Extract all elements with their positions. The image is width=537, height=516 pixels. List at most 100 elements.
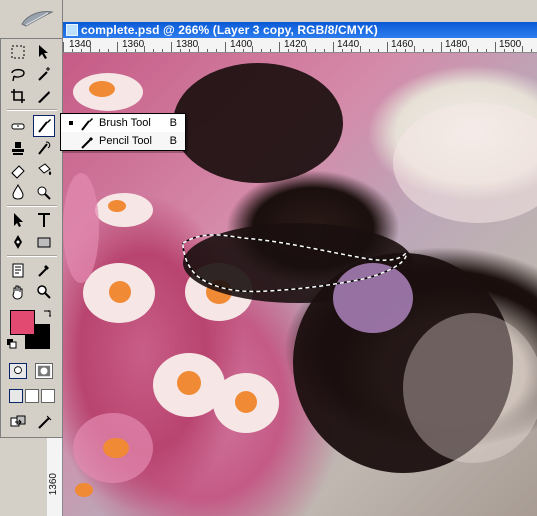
ruler-tick (504, 49, 505, 52)
lasso-tool[interactable] (7, 63, 29, 85)
eyedropper-tool[interactable] (33, 259, 55, 281)
clone-stamp-tool[interactable] (7, 137, 29, 159)
notes-tool[interactable] (7, 259, 29, 281)
dodge-tool[interactable] (33, 181, 55, 203)
pen-tool[interactable] (7, 231, 29, 253)
ruler-tick (477, 49, 478, 52)
ruler-tick (396, 49, 397, 52)
ruler-tick (189, 49, 190, 52)
flyout-item-shortcut: B (169, 117, 177, 129)
ruler-tick (243, 49, 244, 52)
foreground-color-swatch[interactable] (10, 310, 35, 335)
tool-divider (7, 255, 57, 256)
eyedropper-icon (38, 265, 49, 277)
ruler-tick (234, 49, 235, 52)
quick-mask-mode-button[interactable] (35, 363, 53, 379)
edit-in-imageready-button[interactable] (33, 411, 55, 433)
ruler-tick (522, 46, 523, 52)
jump-to-imageready-icon (10, 415, 26, 427)
photo-fur-area (403, 313, 537, 463)
photo-fur-area (393, 103, 537, 223)
ruler-top[interactable]: 1340 1360 1380 1400 1420 1440 1460 1480 … (63, 38, 537, 53)
move-tool[interactable] (33, 41, 55, 63)
type-t-icon (38, 213, 50, 227)
crop-tool[interactable] (7, 85, 29, 107)
full-screen-menu-mode-button[interactable] (25, 389, 39, 403)
ruler-tick (99, 49, 100, 52)
photoshop-feather-icon (21, 11, 54, 27)
swap-colors-icon[interactable] (42, 309, 54, 321)
selected-bullet-icon (69, 121, 73, 125)
hand-tool[interactable] (7, 281, 29, 303)
ruler-tick (441, 42, 442, 52)
ruler-top-label: 1500 (499, 39, 522, 50)
full-screen-mode-button[interactable] (41, 389, 55, 403)
ruler-tick (513, 49, 514, 52)
magic-wand-icon (38, 67, 50, 81)
ruler-tick (531, 49, 532, 52)
type-tool[interactable] (33, 209, 55, 231)
ruler-tick (153, 49, 154, 52)
standard-screen-mode-button[interactable] (9, 389, 23, 403)
photo-dark-area (173, 63, 343, 183)
document-icon (66, 24, 78, 36)
ruler-left-label: 1360 (48, 473, 59, 496)
path-select-arrow-icon (14, 213, 23, 227)
ruler-tick (450, 49, 451, 52)
healing-bandage-icon (11, 123, 25, 130)
ruler-tick (423, 49, 424, 52)
ruler-tick (162, 49, 163, 52)
flyout-item-pencil-tool[interactable]: Pencil Tool B (61, 133, 185, 150)
magnifier-icon (37, 285, 51, 299)
ruler-tick (351, 49, 352, 52)
eraser-tool[interactable] (7, 159, 29, 181)
dodge-icon (37, 186, 51, 200)
ruler-tick (225, 42, 226, 52)
ruler-tick (108, 49, 109, 52)
clone-stamp-icon (12, 142, 24, 155)
shape-tool[interactable] (33, 231, 55, 253)
slice-knife-icon (38, 91, 50, 103)
fabric-pattern (63, 173, 99, 283)
paint-bucket-tool[interactable] (33, 159, 55, 181)
ruler-tick (90, 46, 91, 52)
ruler-tick (81, 49, 82, 52)
notes-icon (12, 263, 24, 278)
fabric-pattern (95, 193, 153, 227)
ruler-tick (414, 46, 415, 52)
blur-drop-icon (12, 183, 24, 200)
document-title-bar[interactable]: complete.psd @ 266% (Layer 3 copy, RGB/8… (63, 22, 537, 38)
jump-to-imageready-button[interactable] (7, 411, 29, 433)
ruler-tick (288, 49, 289, 52)
history-brush-icon (38, 141, 51, 155)
ruler-tick (333, 42, 334, 52)
path-selection-tool[interactable] (7, 209, 29, 231)
photo-purple-area (333, 263, 413, 333)
ruler-tick (171, 42, 172, 52)
healing-brush-tool[interactable] (7, 115, 29, 137)
slice-tool[interactable] (33, 85, 55, 107)
history-brush-tool[interactable] (33, 137, 55, 159)
blur-tool[interactable] (7, 181, 29, 203)
flyout-item-label: Pencil Tool (99, 135, 152, 147)
flyout-item-brush-tool[interactable]: Brush Tool B (61, 115, 185, 132)
paint-bucket-icon (38, 163, 52, 175)
fabric-pattern (89, 81, 115, 97)
brush-tool[interactable] (33, 115, 55, 137)
ruler-tick (324, 49, 325, 52)
standard-mode-button[interactable] (9, 363, 27, 379)
marquee-tool[interactable] (7, 41, 29, 63)
quick-mask-icon (37, 365, 51, 377)
default-colors-icon[interactable] (7, 339, 17, 349)
zoom-tool[interactable] (33, 281, 55, 303)
magic-wand-tool[interactable] (33, 63, 55, 85)
ruler-tick (387, 42, 388, 52)
brush-icon (81, 118, 93, 131)
tool-divider (7, 109, 57, 110)
imageready-icon (38, 415, 52, 429)
ruler-tick (126, 49, 127, 52)
ruler-tick (72, 49, 73, 52)
fabric-pattern (75, 483, 93, 497)
rectangle-shape-icon (37, 237, 51, 248)
ruler-tick (207, 49, 208, 52)
